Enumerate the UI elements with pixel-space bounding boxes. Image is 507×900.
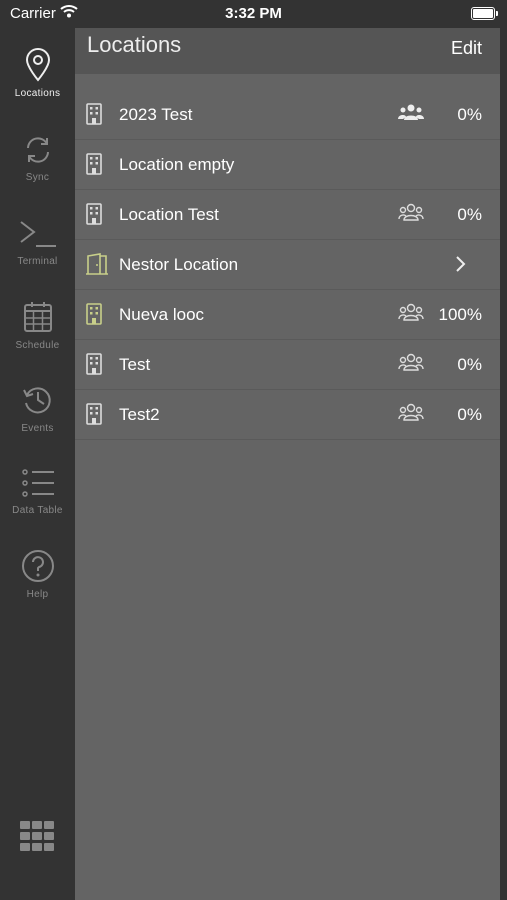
- location-percent: 0%: [457, 205, 482, 224]
- people-outline-icon: [398, 303, 424, 321]
- building-icon: [86, 153, 102, 175]
- location-percent: 0%: [457, 355, 482, 374]
- sidebar-item-label: Help: [26, 589, 49, 600]
- clock: 3:32 PM: [225, 5, 282, 22]
- people-outline-icon: [398, 353, 424, 371]
- building-icon: [86, 203, 102, 225]
- locations-list: 2023 Test 0% Location empty Location Tes…: [75, 90, 500, 440]
- sidebar-item-locations[interactable]: Locations: [0, 48, 75, 99]
- location-name: Location Test: [119, 205, 219, 224]
- people-filled-icon: [398, 104, 424, 120]
- sidebar-item-help[interactable]: Help: [0, 549, 75, 600]
- list-item[interactable]: Test 0%: [75, 340, 500, 390]
- calendar-icon: [23, 302, 52, 332]
- list-item[interactable]: Location empty: [75, 140, 500, 190]
- list-item[interactable]: Nueva looc 100%: [75, 290, 500, 340]
- sidebar-item-label: Data Table: [12, 505, 63, 516]
- location-name: 2023 Test: [119, 105, 193, 124]
- sidebar-item-label: Terminal: [17, 256, 58, 267]
- list-icon: [21, 469, 54, 497]
- sidebar-item-terminal[interactable]: Terminal: [0, 218, 75, 267]
- page-title: Locations: [87, 32, 182, 57]
- header: Locations Edit: [75, 28, 500, 74]
- list-item[interactable]: Nestor Location: [75, 240, 500, 290]
- sidebar: Locations Sync Terminal Schedule Events …: [0, 28, 75, 900]
- people-outline-icon: [398, 403, 424, 421]
- app-grid-icon[interactable]: [20, 821, 54, 856]
- people-outline-icon: [398, 203, 424, 221]
- building-icon: [86, 353, 102, 375]
- location-percent: 0%: [457, 405, 482, 424]
- list-item[interactable]: 2023 Test 0%: [75, 90, 500, 140]
- location-name: Test2: [119, 405, 160, 424]
- sidebar-item-data-table[interactable]: Data Table: [0, 467, 75, 516]
- sidebar-item-events[interactable]: Events: [0, 383, 75, 434]
- location-name: Test: [119, 355, 151, 374]
- location-pin-icon: [25, 48, 50, 82]
- building-icon: [86, 403, 102, 425]
- building-icon: [86, 303, 102, 325]
- building-icon: [86, 103, 102, 125]
- sync-icon: [26, 137, 49, 163]
- chevron-right-icon: [456, 256, 466, 272]
- battery-icon: [471, 7, 498, 20]
- door-icon: [86, 253, 108, 275]
- edit-button[interactable]: Edit: [451, 38, 482, 59]
- locations-panel: Locations Edit 2023 Test 0% Location emp…: [75, 28, 500, 900]
- sidebar-item-label: Schedule: [15, 340, 60, 351]
- history-icon: [22, 387, 51, 414]
- location-name: Nestor Location: [119, 255, 239, 274]
- sidebar-item-sync[interactable]: Sync: [0, 134, 75, 183]
- right-edge: [500, 28, 507, 900]
- help-icon: [21, 550, 54, 582]
- terminal-icon: [19, 221, 56, 247]
- list-item[interactable]: Test2 0%: [75, 390, 500, 440]
- location-name: Nueva looc: [119, 305, 205, 324]
- location-name: Location empty: [119, 155, 235, 174]
- sidebar-item-label: Events: [21, 423, 54, 434]
- location-percent: 100%: [438, 305, 482, 324]
- status-bar: Carrier 3:32 PM: [0, 0, 507, 28]
- location-percent: 0%: [457, 105, 482, 124]
- sidebar-item-schedule[interactable]: Schedule: [0, 300, 75, 351]
- sidebar-item-label: Locations: [14, 88, 61, 99]
- list-item[interactable]: Location Test 0%: [75, 190, 500, 240]
- sidebar-item-label: Sync: [25, 172, 50, 183]
